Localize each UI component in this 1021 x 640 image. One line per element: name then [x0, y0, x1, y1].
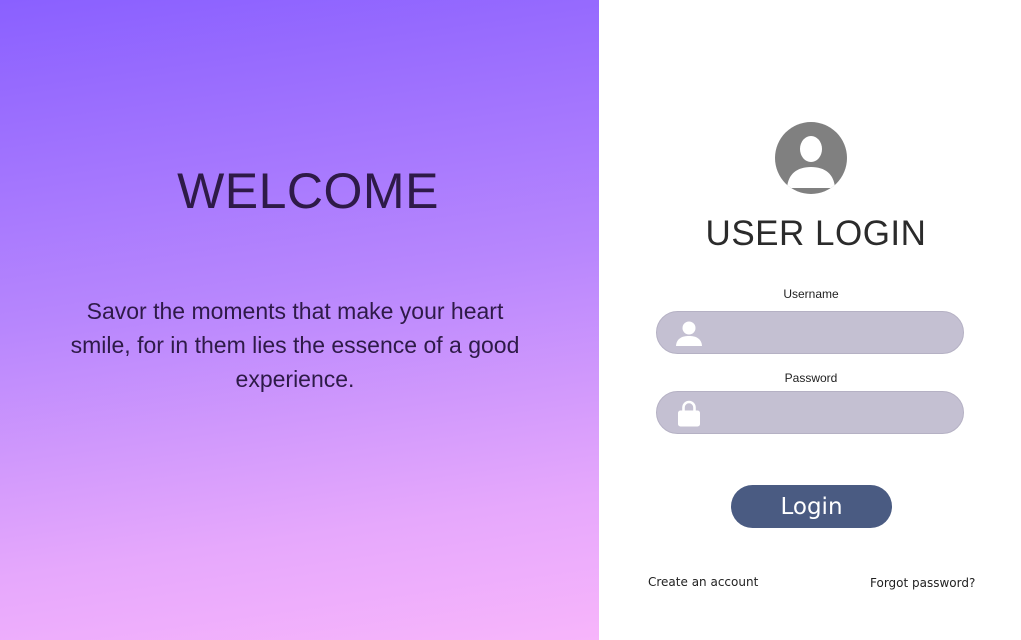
welcome-panel: WELCOME Savor the moments that make your… [0, 0, 599, 640]
forgot-password-link[interactable]: Forgot password? [870, 576, 975, 590]
login-page: WELCOME Savor the moments that make your… [0, 0, 1021, 640]
welcome-title: WELCOME [177, 163, 439, 219]
login-button[interactable]: Login [731, 485, 892, 528]
welcome-quote: Savor the moments that make your heart s… [70, 298, 520, 392]
password-input[interactable] [713, 392, 957, 435]
password-label: Password [784, 371, 838, 385]
create-account-link[interactable]: Create an account [648, 575, 758, 589]
password-field[interactable] [656, 391, 964, 435]
username-field[interactable] [656, 311, 964, 355]
login-panel: USER LOGIN Username Password Login Creat… [599, 0, 1021, 640]
username-input[interactable] [713, 312, 957, 355]
user-icon [675, 319, 703, 347]
username-label: Username [783, 287, 839, 301]
user-avatar-icon [775, 122, 847, 194]
login-title: USER LOGIN [705, 214, 927, 253]
lock-icon [675, 399, 703, 427]
